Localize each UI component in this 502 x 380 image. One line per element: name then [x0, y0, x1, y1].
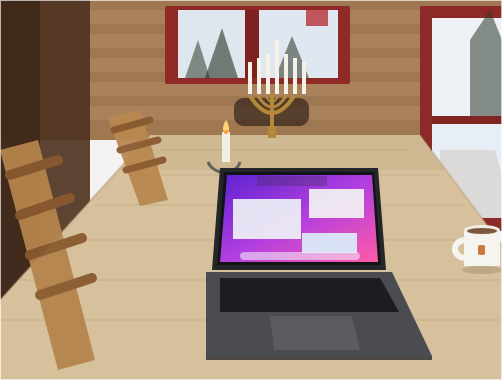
cabin-photo — [0, 0, 502, 380]
photo-frame — [0, 0, 502, 380]
